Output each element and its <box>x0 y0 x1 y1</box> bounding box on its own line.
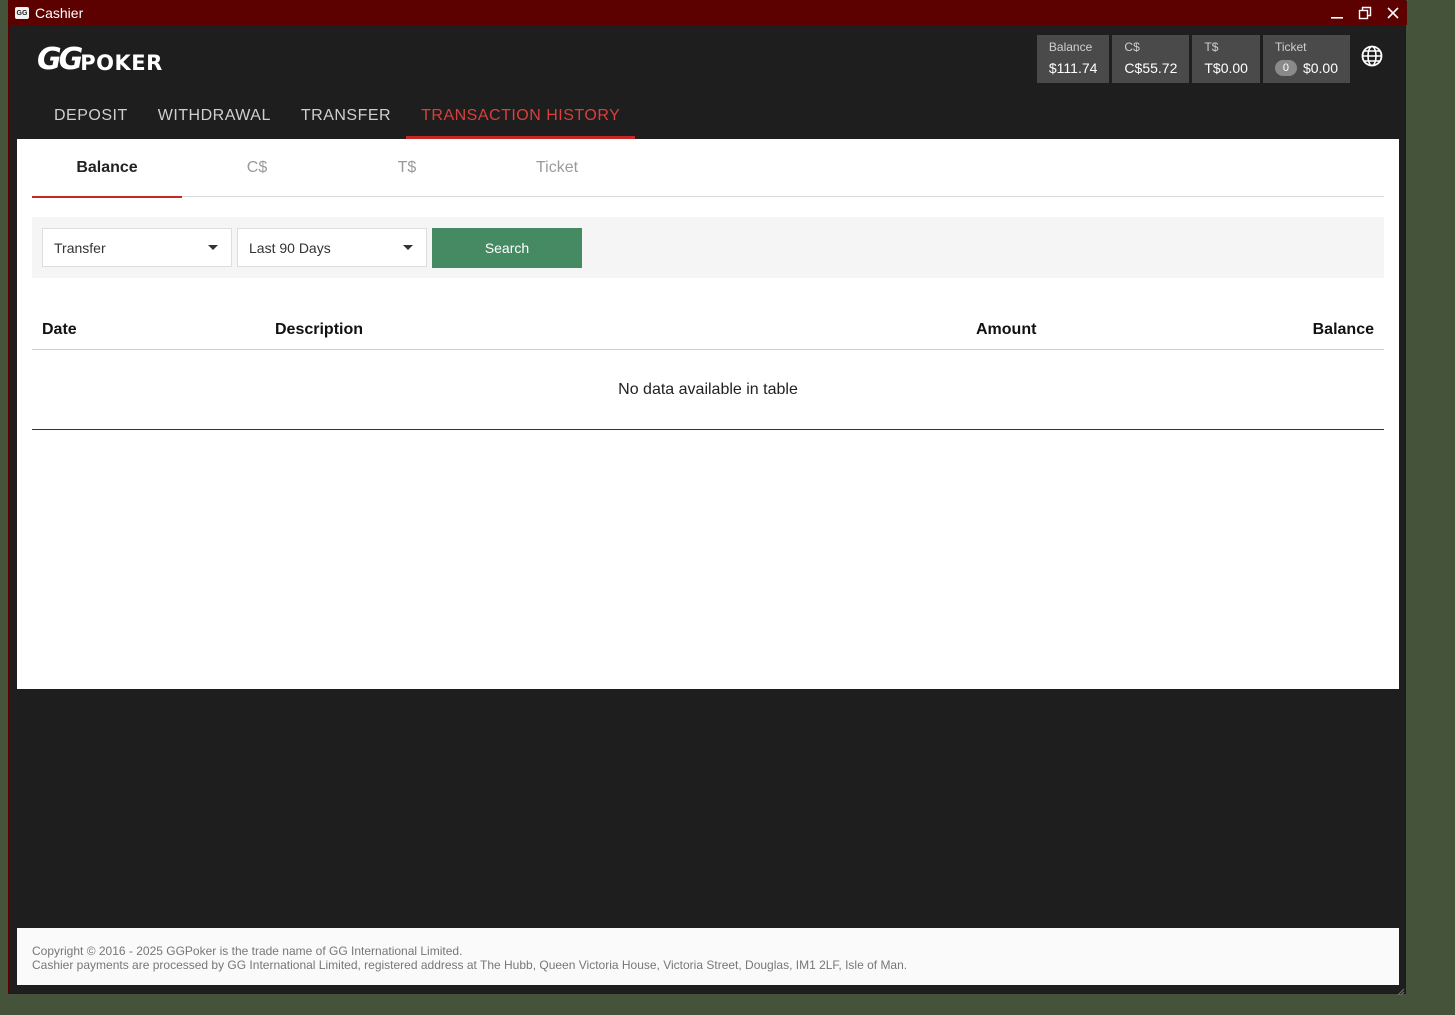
main-nav: DEPOSIT WITHDRAWAL TRANSFER TRANSACTION … <box>39 93 636 139</box>
wallet-value-row: 0 $0.00 <box>1274 60 1338 76</box>
nav-withdrawal[interactable]: WITHDRAWAL <box>143 93 286 139</box>
column-header-balance[interactable]: Balance <box>1313 321 1374 339</box>
subtab-tdollar[interactable]: T$ <box>332 139 482 197</box>
nav-transaction-history[interactable]: TRANSACTION HISTORY <box>406 93 636 139</box>
close-icon[interactable] <box>1385 5 1401 21</box>
title-bar[interactable]: GG Cashier <box>9 1 1407 25</box>
search-button[interactable]: Search <box>432 228 582 268</box>
cashier-header: GG POKER Balance $111.74 C$ C$55.72 T$ T… <box>17 35 1399 139</box>
logo-poker: POKER <box>80 51 163 75</box>
currency-tabs: Balance C$ T$ Ticket <box>32 139 1384 198</box>
ticket-count-badge: 0 <box>1274 60 1297 76</box>
nav-transfer[interactable]: TRANSFER <box>286 93 406 139</box>
transaction-type-select[interactable]: Transfer <box>42 228 232 267</box>
wallet-label: C$ <box>1124 40 1140 54</box>
empty-table-message: No data available in table <box>32 350 1384 430</box>
restore-icon[interactable] <box>1357 5 1373 21</box>
globe-icon[interactable] <box>1361 45 1383 67</box>
logo-gg: GG <box>37 42 83 77</box>
subtab-ticket[interactable]: Ticket <box>482 139 632 197</box>
ggpoker-logo: GG POKER <box>37 42 163 77</box>
subtab-cdollar[interactable]: C$ <box>182 139 332 197</box>
subtab-balance[interactable]: Balance <box>32 139 182 198</box>
wallet-value: $0.00 <box>1302 60 1338 76</box>
period-value: Last 90 Days <box>249 239 331 256</box>
cashier-window: GG Cashier GG POKER Balance $111.74 C$ C… <box>8 0 1407 996</box>
column-header-description[interactable]: Description <box>275 321 363 339</box>
wallet-value: C$55.72 <box>1124 60 1178 76</box>
column-header-date[interactable]: Date <box>42 321 77 339</box>
payment-processor-text: Cashier payments are processed by GG Int… <box>32 958 908 972</box>
wallet-balance: Balance $111.74 <box>1036 35 1110 83</box>
history-panel: Balance C$ T$ Ticket Transfer Last 90 Da… <box>17 139 1399 689</box>
minimize-icon[interactable] <box>1329 5 1345 21</box>
wallet-ticket: Ticket 0 $0.00 <box>1262 35 1350 83</box>
wallet-label: T$ <box>1204 40 1219 54</box>
column-header-amount[interactable]: Amount <box>976 321 1036 339</box>
period-select[interactable]: Last 90 Days <box>237 228 427 267</box>
chevron-down-icon <box>403 245 413 250</box>
wallet-value: T$0.00 <box>1204 60 1248 76</box>
chevron-down-icon <box>208 245 218 250</box>
copyright-text: Copyright © 2016 - 2025 GGPoker is the t… <box>32 944 463 958</box>
wallet-tdollar: T$ T$0.00 <box>1192 35 1260 83</box>
transaction-table: Date Description Amount Balance No data … <box>32 309 1384 430</box>
resize-grip-icon[interactable] <box>1395 983 1405 996</box>
filter-bar: Transfer Last 90 Days Search <box>32 217 1384 278</box>
wallet-value: $111.74 <box>1048 60 1098 76</box>
nav-deposit[interactable]: DEPOSIT <box>39 93 143 139</box>
wallet-label: Balance <box>1048 40 1093 54</box>
window-controls <box>1329 1 1401 25</box>
transaction-type-value: Transfer <box>54 239 106 256</box>
app-icon: GG <box>15 7 29 19</box>
window-title: Cashier <box>35 5 84 21</box>
wallet-label: Ticket <box>1274 40 1307 54</box>
footer: Copyright © 2016 - 2025 GGPoker is the t… <box>17 928 1399 985</box>
wallet-cdollar: C$ C$55.72 <box>1112 35 1190 83</box>
table-header: Date Description Amount Balance <box>32 309 1384 350</box>
wallet-summary: Balance $111.74 C$ C$55.72 T$ T$0.00 Tic… <box>1036 35 1350 83</box>
